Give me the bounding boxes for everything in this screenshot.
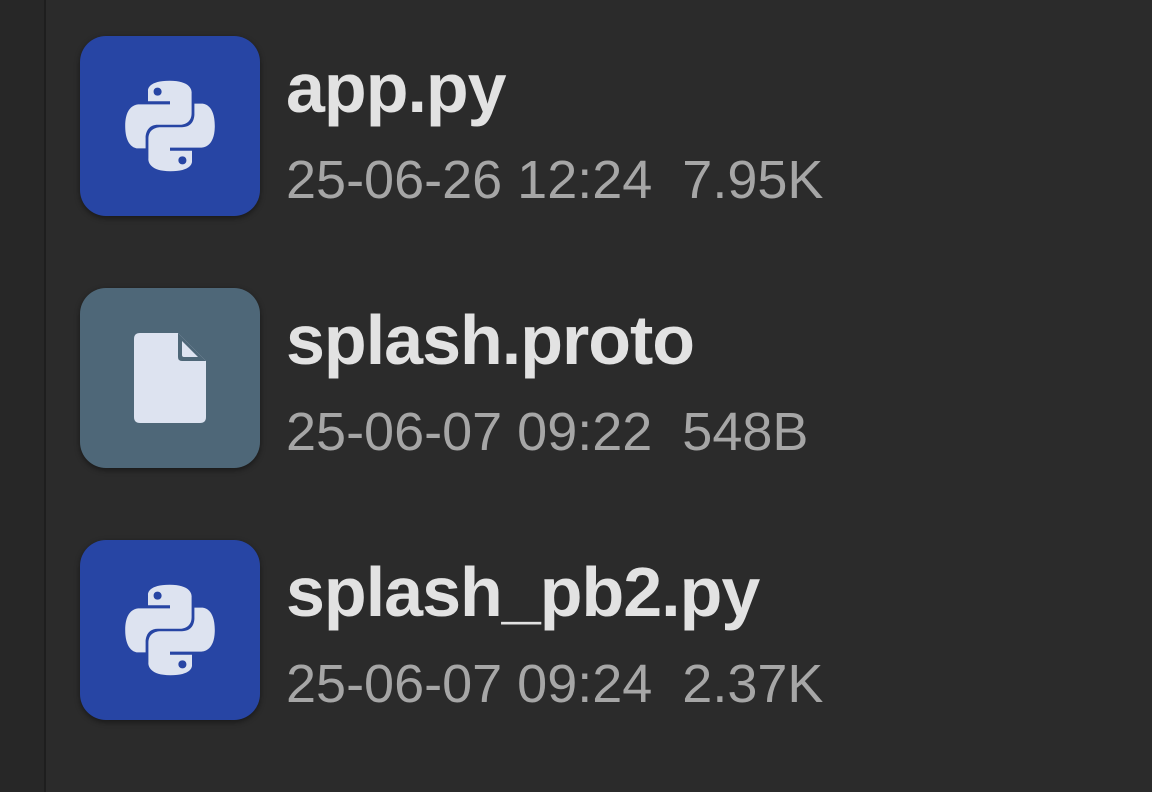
file-size: 548B xyxy=(682,402,809,462)
generic-file-icon xyxy=(80,288,260,468)
left-panel-edge xyxy=(0,0,46,792)
file-meta: 25-06-07 09:24 2.37K xyxy=(286,652,823,716)
file-name: app.py xyxy=(286,49,507,127)
file-list-item[interactable]: splash_pb2.py 25-06-07 09:24 2.37K xyxy=(80,540,1140,722)
file-name: splash.proto xyxy=(286,301,695,379)
file-size: 2.37K xyxy=(682,654,824,714)
file-size: 7.95K xyxy=(682,150,824,210)
file-date: 25-06-07 09:22 xyxy=(286,402,653,462)
python-file-icon xyxy=(80,540,260,720)
file-list-item[interactable]: app.py 25-06-26 12:24 7.95K xyxy=(80,36,1140,218)
file-meta: 25-06-26 12:24 7.95K xyxy=(286,148,823,212)
python-file-icon xyxy=(80,36,260,216)
file-date: 25-06-07 09:24 xyxy=(286,654,653,714)
file-date: 25-06-26 12:24 xyxy=(286,150,653,210)
file-meta: 25-06-07 09:22 548B xyxy=(286,400,808,464)
file-list-item[interactable]: splash.proto 25-06-07 09:22 548B xyxy=(80,288,1140,470)
file-name: splash_pb2.py xyxy=(286,553,760,631)
